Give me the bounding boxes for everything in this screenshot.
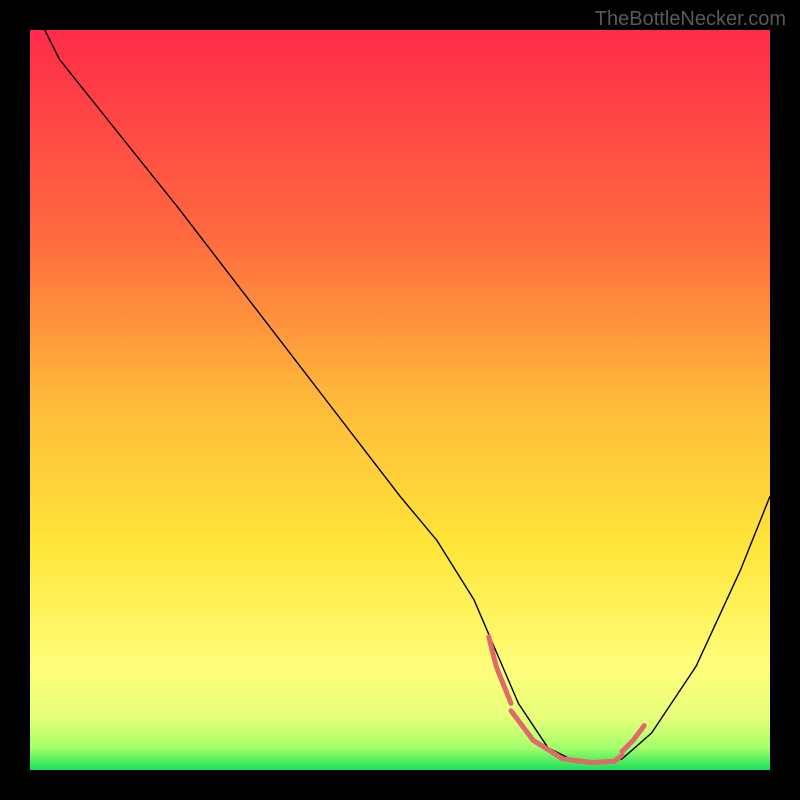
gradient-background [30,30,770,770]
watermark-label: TheBottleNecker.com [595,8,786,31]
plot-area [30,30,770,770]
chart-svg [30,30,770,770]
chart-container: TheBottleNecker.com [0,0,800,800]
